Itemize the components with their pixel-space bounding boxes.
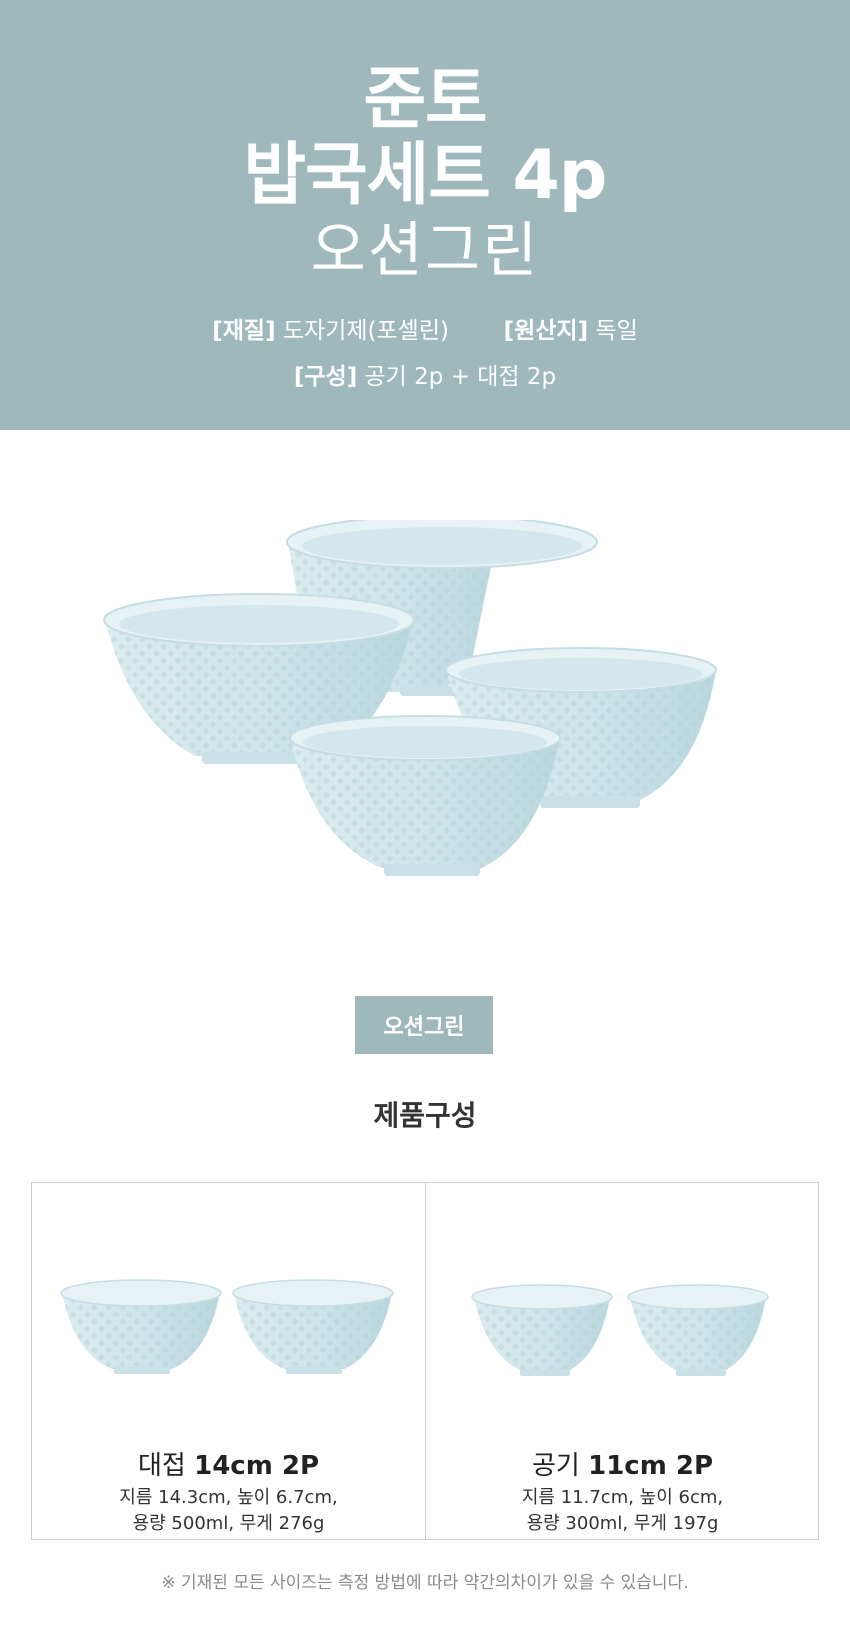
section-title: 제품구성 bbox=[373, 1099, 477, 1132]
origin-value: 독일 bbox=[595, 318, 638, 344]
color-name: 오션그린 bbox=[310, 216, 540, 286]
origin-label: [원산지] bbox=[503, 318, 589, 344]
rice-bowl-pair-image bbox=[471, 1284, 769, 1376]
product-type: 대접 bbox=[138, 1451, 186, 1481]
hero-banner: 준토 밥국세트 4p 오션그린 [재질] 도자기제(포셀린) [원산지] 독일 … bbox=[0, 0, 850, 430]
product-capacity-weight: 용량 300ml, 무게 197g bbox=[526, 1513, 719, 1534]
bowl-icon bbox=[627, 1284, 769, 1376]
product-card-large-bowl: 대접 14cm 2P 지름 14.3cm, 높이 6.7cm, 용량 500ml… bbox=[32, 1183, 425, 1539]
composition-value: 공기 2p + 대접 2p bbox=[364, 364, 557, 390]
product-card-rice-bowl: 공기 11cm 2P 지름 11.7cm, 높이 6cm, 용량 300ml, … bbox=[426, 1183, 819, 1539]
bowl-icon bbox=[471, 1284, 613, 1376]
composition-label: [구성] bbox=[293, 364, 358, 390]
product-type: 공기 bbox=[532, 1451, 580, 1481]
spec-row-material-origin: [재질] 도자기제(포셀린) [원산지] 독일 bbox=[0, 316, 850, 346]
large-bowl-pair-image bbox=[60, 1279, 394, 1374]
product-name: 대접 14cm 2P bbox=[32, 1445, 425, 1482]
brand-title: 준토 bbox=[363, 60, 487, 139]
product-dimensions: 지름 14.3cm, 높이 6.7cm, bbox=[119, 1487, 338, 1508]
product-dimensions: 지름 11.7cm, 높이 6cm, bbox=[521, 1487, 724, 1508]
product-name: 공기 11cm 2P bbox=[426, 1445, 819, 1482]
bowl-icon bbox=[232, 1279, 394, 1374]
product-title: 밥국세트 4p bbox=[243, 136, 608, 215]
product-size: 14cm 2P bbox=[194, 1451, 319, 1481]
product-composition-grid: 대접 14cm 2P 지름 14.3cm, 높이 6.7cm, 용량 500ml… bbox=[31, 1182, 819, 1540]
bowl-small-front bbox=[289, 715, 561, 876]
bowl-icon bbox=[60, 1279, 222, 1374]
product-image-bowls bbox=[103, 520, 717, 876]
size-disclaimer: ※ 기재된 모든 사이즈는 측정 방법에 따라 약간의차이가 있을 수 있습니다… bbox=[161, 1573, 689, 1593]
color-badge: 오션그린 bbox=[355, 996, 493, 1054]
product-size: 11cm 2P bbox=[588, 1451, 713, 1481]
material-label: [재질] bbox=[212, 318, 276, 344]
material-value: 도자기제(포셀린) bbox=[282, 318, 449, 344]
product-capacity-weight: 용량 500ml, 무게 276g bbox=[132, 1513, 325, 1534]
spec-row-composition: [구성] 공기 2p + 대접 2p bbox=[0, 362, 850, 392]
